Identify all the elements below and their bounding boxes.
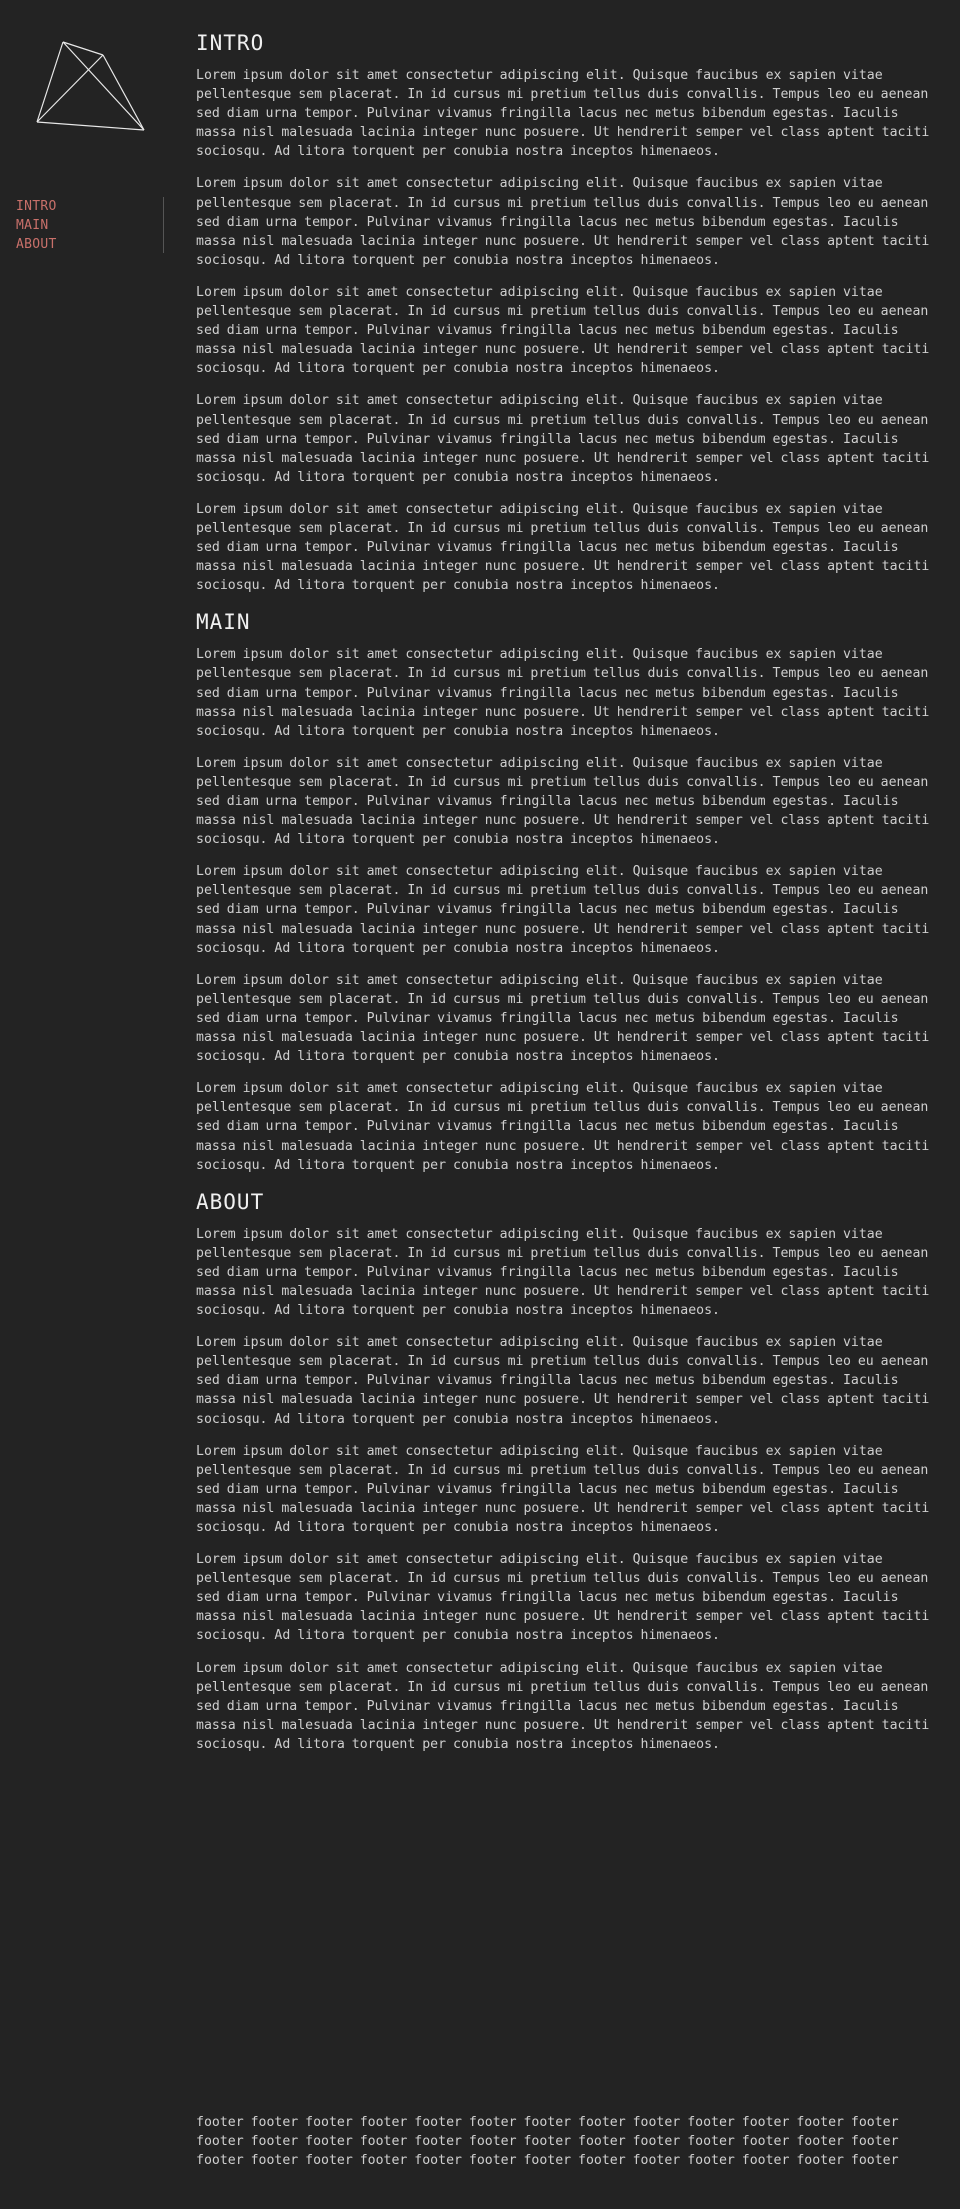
nav-link-intro[interactable]: INTRO (16, 197, 163, 216)
paragraph: Lorem ipsum dolor sit amet consectetur a… (196, 176, 930, 268)
nav-link-about[interactable]: ABOUT (16, 235, 163, 254)
section-title-about: ABOUT (196, 1189, 265, 1214)
paragraph: Lorem ipsum dolor sit amet consectetur a… (196, 1226, 930, 1319)
paragraph: Lorem ipsum dolor sit amet consectetur a… (196, 864, 930, 956)
paragraph: Lorem ipsum dolor sit amet consectetur a… (196, 393, 930, 485)
paragraph: Lorem ipsum dolor sit amet consectetur a… (196, 284, 930, 377)
section-intro: INTRO Lorem ipsum dolor sit amet consect… (196, 30, 944, 595)
nav-link-main[interactable]: MAIN (16, 216, 163, 235)
paragraph: Lorem ipsum dolor sit amet consectetur a… (196, 647, 930, 739)
page-footer: footer footer footer footer footer foote… (196, 2115, 899, 2169)
main-content: INTRO Lorem ipsum dolor sit amet consect… (196, 30, 944, 1768)
section-about: ABOUT Lorem ipsum dolor sit amet consect… (196, 1189, 944, 1754)
paragraph: Lorem ipsum dolor sit amet consectetur a… (196, 972, 930, 1065)
paragraph: Lorem ipsum dolor sit amet consectetur a… (196, 1552, 930, 1644)
section-title-main: MAIN (196, 610, 251, 635)
paragraph: Lorem ipsum dolor sit amet consectetur a… (196, 755, 930, 848)
tetrahedron-logo-icon (36, 41, 145, 131)
paragraph: Lorem ipsum dolor sit amet consectetur a… (196, 1335, 930, 1427)
section-title-intro: INTRO (196, 31, 265, 55)
paragraph: Lorem ipsum dolor sit amet consectetur a… (196, 1660, 930, 1752)
paragraph: Lorem ipsum dolor sit amet consectetur a… (196, 1443, 930, 1535)
paragraph: Lorem ipsum dolor sit amet consectetur a… (196, 1081, 930, 1173)
section-nav: INTRO MAIN ABOUT (16, 197, 164, 253)
paragraph: Lorem ipsum dolor sit amet consectetur a… (196, 68, 930, 160)
paragraph: Lorem ipsum dolor sit amet consectetur a… (196, 501, 930, 594)
section-main: MAIN Lorem ipsum dolor sit amet consecte… (196, 609, 944, 1174)
